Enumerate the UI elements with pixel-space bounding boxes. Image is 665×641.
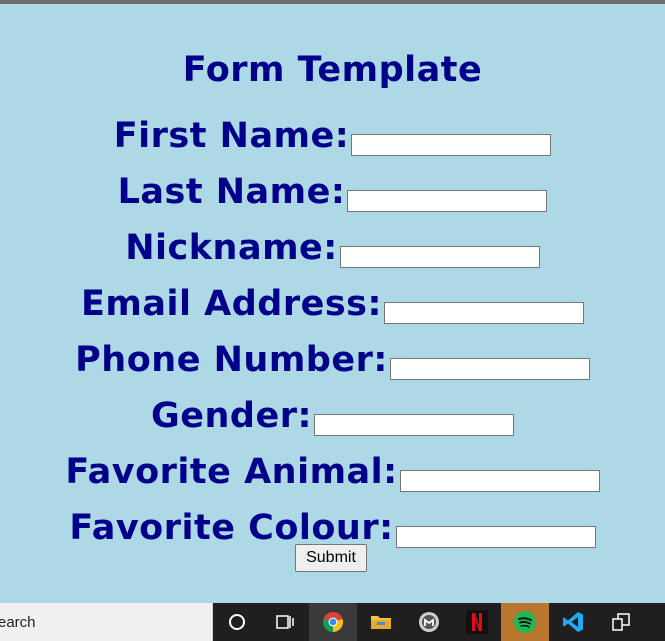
vscode-icon[interactable] <box>549 603 597 641</box>
email-input[interactable] <box>384 302 585 324</box>
form-row-first-name: First Name: <box>0 102 665 158</box>
favorite-animal-input[interactable] <box>399 470 600 492</box>
favorite-colour-input[interactable] <box>395 526 596 548</box>
form-row-phone: Phone Number: <box>0 326 665 382</box>
favorite-animal-label: Favorite Animal: <box>65 452 398 492</box>
nickname-label: Nickname: <box>125 228 338 268</box>
last-name-label: Last Name: <box>117 172 346 212</box>
chrome-icon[interactable] <box>309 603 357 641</box>
spotify-icon[interactable] <box>501 603 549 641</box>
form-row-email: Email Address: <box>0 270 665 326</box>
email-label: Email Address: <box>80 284 383 324</box>
phone-label: Phone Number: <box>75 340 388 380</box>
first-name-input[interactable] <box>351 134 552 156</box>
form-row-favorite-colour: Favorite Colour: <box>0 494 665 550</box>
app-switch-icon[interactable] <box>597 603 645 641</box>
file-explorer-icon[interactable] <box>357 603 405 641</box>
form-row-last-name: Last Name: <box>0 158 665 214</box>
page-title: Form Template <box>182 50 483 90</box>
taskbar-search-box[interactable]: earch <box>0 603 213 641</box>
cortana-icon[interactable] <box>213 603 261 641</box>
form-row-gender: Gender: <box>0 382 665 438</box>
submit-button[interactable]: Submit <box>295 544 367 572</box>
search-placeholder: earch <box>0 613 36 631</box>
netflix-icon[interactable] <box>453 603 501 641</box>
first-name-label: First Name: <box>113 116 350 156</box>
task-view-icon[interactable] <box>261 603 309 641</box>
nickname-input[interactable] <box>339 246 540 268</box>
gender-label: Gender: <box>151 396 312 436</box>
phone-input[interactable] <box>389 358 590 380</box>
app-icon[interactable] <box>405 603 453 641</box>
form-row-nickname: Nickname: <box>0 214 665 270</box>
form-page: Form Template First Name: Last Name: Nic… <box>0 4 665 603</box>
gender-input[interactable] <box>313 414 514 436</box>
windows-taskbar: earch <box>0 603 665 641</box>
form-row-favorite-animal: Favorite Animal: <box>0 438 665 494</box>
last-name-input[interactable] <box>347 190 548 212</box>
